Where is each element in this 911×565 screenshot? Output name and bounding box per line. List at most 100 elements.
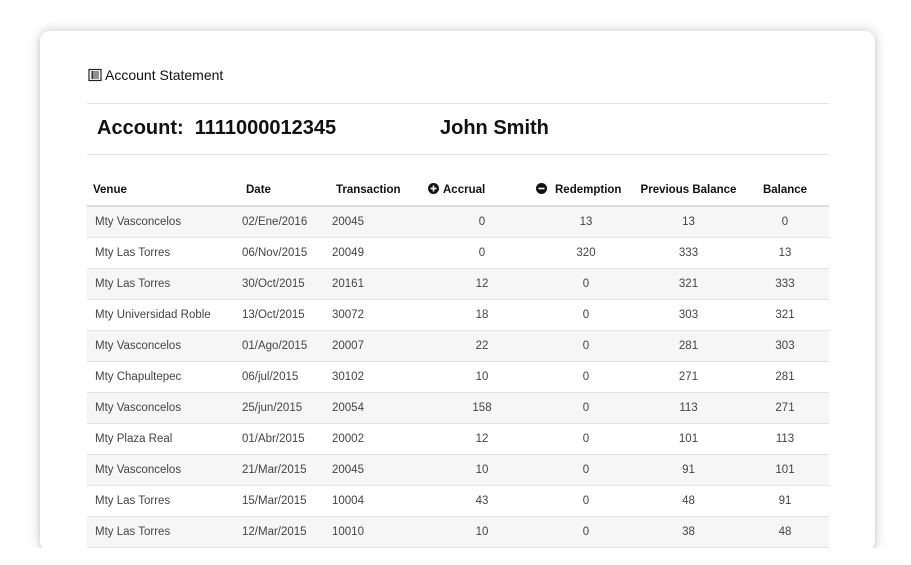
cell-venue: Mty Vasconcelos bbox=[87, 330, 240, 362]
cell-date: 06/jul/2015 bbox=[240, 361, 330, 393]
cell-date: 06/Nov/2015 bbox=[240, 237, 330, 269]
table-row[interactable]: Mty Chapultepec 06/jul/2015 30102 10 0 271 281 bbox=[87, 361, 829, 393]
table-row[interactable]: Mty Vasconcelos 01/Ago/2015 20007 22 0 281 303 bbox=[87, 330, 829, 362]
cell-accrual: 0 bbox=[428, 206, 536, 238]
cell-transaction: 20049 bbox=[330, 237, 428, 269]
cell-balance: 281 bbox=[741, 361, 829, 393]
cell-redemption: 0 bbox=[536, 268, 636, 300]
cell-accrual: 10 bbox=[428, 516, 536, 548]
cell-accrual: 0 bbox=[428, 237, 536, 269]
cell-accrual: 10 bbox=[428, 454, 536, 486]
table-row[interactable]: Mty Vasconcelos 02/Ene/2016 20045 0 13 13 0 bbox=[87, 206, 829, 238]
cell-previous-balance: 321 bbox=[636, 268, 741, 300]
divider bbox=[87, 103, 829, 104]
column-header-date[interactable]: Date bbox=[240, 174, 330, 207]
cell-date: 15/Mar/2015 bbox=[240, 485, 330, 517]
cell-redemption: 0 bbox=[536, 361, 636, 393]
cell-redemption: 0 bbox=[536, 423, 636, 455]
cell-previous-balance: 281 bbox=[636, 330, 741, 362]
column-header-redemption[interactable]: Redemption bbox=[536, 174, 636, 207]
cell-venue: Mty Las Torres bbox=[87, 268, 240, 300]
table-row[interactable]: Mty Las Torres 12/Mar/2015 10010 10 0 38 48 bbox=[87, 516, 829, 548]
cell-balance: 91 bbox=[741, 485, 829, 517]
cell-venue: Mty Las Torres bbox=[87, 516, 240, 548]
cell-redemption: 0 bbox=[536, 454, 636, 486]
cell-accrual: 158 bbox=[428, 392, 536, 424]
cell-accrual: 43 bbox=[428, 485, 536, 517]
cell-accrual: 10 bbox=[428, 361, 536, 393]
redemption-header-label: Redemption bbox=[555, 184, 622, 196]
account-number: Account: 1111000012345 bbox=[97, 117, 337, 139]
panel-title-text: Account Statement bbox=[105, 67, 224, 83]
cell-transaction: 30102 bbox=[330, 361, 428, 393]
cell-date: 21/Mar/2015 bbox=[240, 454, 330, 486]
cell-redemption: 0 bbox=[536, 392, 636, 424]
cell-venue: Mty Universidad Roble bbox=[87, 299, 240, 331]
table-row[interactable]: Mty Vasconcelos 21/Mar/2015 20045 10 0 91 101 bbox=[87, 454, 829, 486]
bottom-edge bbox=[0, 548, 911, 565]
accrual-header-label: Accrual bbox=[443, 184, 486, 196]
cell-balance: 101 bbox=[741, 454, 829, 486]
cell-venue: Mty Vasconcelos bbox=[87, 206, 240, 238]
cell-venue: Mty Vasconcelos bbox=[87, 392, 240, 424]
cell-previous-balance: 48 bbox=[636, 485, 741, 517]
cell-date: 01/Ago/2015 bbox=[240, 330, 330, 362]
cell-date: 02/Ene/2016 bbox=[240, 206, 330, 238]
table-row[interactable]: Mty Universidad Roble 13/Oct/2015 30072 18 0… bbox=[87, 299, 829, 331]
panel-title: Account Statement bbox=[88, 66, 223, 84]
cell-balance: 0 bbox=[741, 206, 829, 238]
list-document-icon bbox=[88, 68, 102, 82]
statement-rows: Mty Vasconcelos 02/Ene/2016 20045 0 13 13 0 Mty… bbox=[87, 206, 829, 548]
cell-date: 30/Oct/2015 bbox=[240, 268, 330, 300]
cell-date: 12/Mar/2015 bbox=[240, 516, 330, 548]
cell-transaction: 20045 bbox=[330, 206, 428, 238]
cell-redemption: 0 bbox=[536, 330, 636, 362]
cell-previous-balance: 113 bbox=[636, 392, 741, 424]
cell-venue: Mty Las Torres bbox=[87, 237, 240, 269]
minus-circle-icon bbox=[536, 183, 547, 194]
cell-venue: Mty Plaza Real bbox=[87, 423, 240, 455]
column-header-balance[interactable]: Balance bbox=[741, 174, 829, 207]
column-header-accrual[interactable]: Accrual bbox=[428, 174, 536, 207]
cell-previous-balance: 101 bbox=[636, 423, 741, 455]
cell-redemption: 0 bbox=[536, 485, 636, 517]
cell-balance: 303 bbox=[741, 330, 829, 362]
cell-venue: Mty Chapultepec bbox=[87, 361, 240, 393]
cell-previous-balance: 303 bbox=[636, 299, 741, 331]
cell-transaction: 20007 bbox=[330, 330, 428, 362]
cell-accrual: 22 bbox=[428, 330, 536, 362]
cell-accrual: 12 bbox=[428, 268, 536, 300]
cell-transaction: 10004 bbox=[330, 485, 428, 517]
table-row[interactable]: Mty Plaza Real 01/Abr/2015 20002 12 0 101 113 bbox=[87, 423, 829, 455]
account-statement-card: Account Statement Account: 1111000012345… bbox=[40, 31, 875, 551]
cell-balance: 48 bbox=[741, 516, 829, 548]
cell-redemption: 13 bbox=[536, 206, 636, 238]
cell-balance: 13 bbox=[741, 237, 829, 269]
cell-redemption: 0 bbox=[536, 299, 636, 331]
cell-redemption: 320 bbox=[536, 237, 636, 269]
table-row[interactable]: Mty Las Torres 30/Oct/2015 20161 12 0 321 333 bbox=[87, 268, 829, 300]
cell-previous-balance: 13 bbox=[636, 206, 741, 238]
table-row[interactable]: Mty Vasconcelos 25/jun/2015 20054 158 0 113 27… bbox=[87, 392, 829, 424]
column-header-venue[interactable]: Venue bbox=[87, 174, 240, 207]
cell-previous-balance: 271 bbox=[636, 361, 741, 393]
table-row[interactable]: Mty Las Torres 15/Mar/2015 10004 43 0 48 91 bbox=[87, 485, 829, 517]
cell-balance: 271 bbox=[741, 392, 829, 424]
table-row[interactable]: Mty Las Torres 06/Nov/2015 20049 0 320 333 13 bbox=[87, 237, 829, 269]
column-header-transaction[interactable]: Transaction bbox=[330, 174, 428, 207]
statement-table: Venue Date Transaction Accrual Redemptio… bbox=[87, 174, 829, 548]
cell-accrual: 12 bbox=[428, 423, 536, 455]
cell-venue: Mty Las Torres bbox=[87, 485, 240, 517]
divider bbox=[87, 154, 829, 155]
cell-balance: 333 bbox=[741, 268, 829, 300]
cell-transaction: 10010 bbox=[330, 516, 428, 548]
cell-transaction: 20002 bbox=[330, 423, 428, 455]
column-header-previous-balance[interactable]: Previous Balance bbox=[636, 174, 741, 207]
cell-redemption: 0 bbox=[536, 516, 636, 548]
plus-circle-icon bbox=[428, 183, 439, 194]
cell-venue: Mty Vasconcelos bbox=[87, 454, 240, 486]
account-holder-name: John Smith bbox=[440, 117, 549, 139]
cell-transaction: 20054 bbox=[330, 392, 428, 424]
cell-date: 25/jun/2015 bbox=[240, 392, 330, 424]
cell-transaction: 30072 bbox=[330, 299, 428, 331]
